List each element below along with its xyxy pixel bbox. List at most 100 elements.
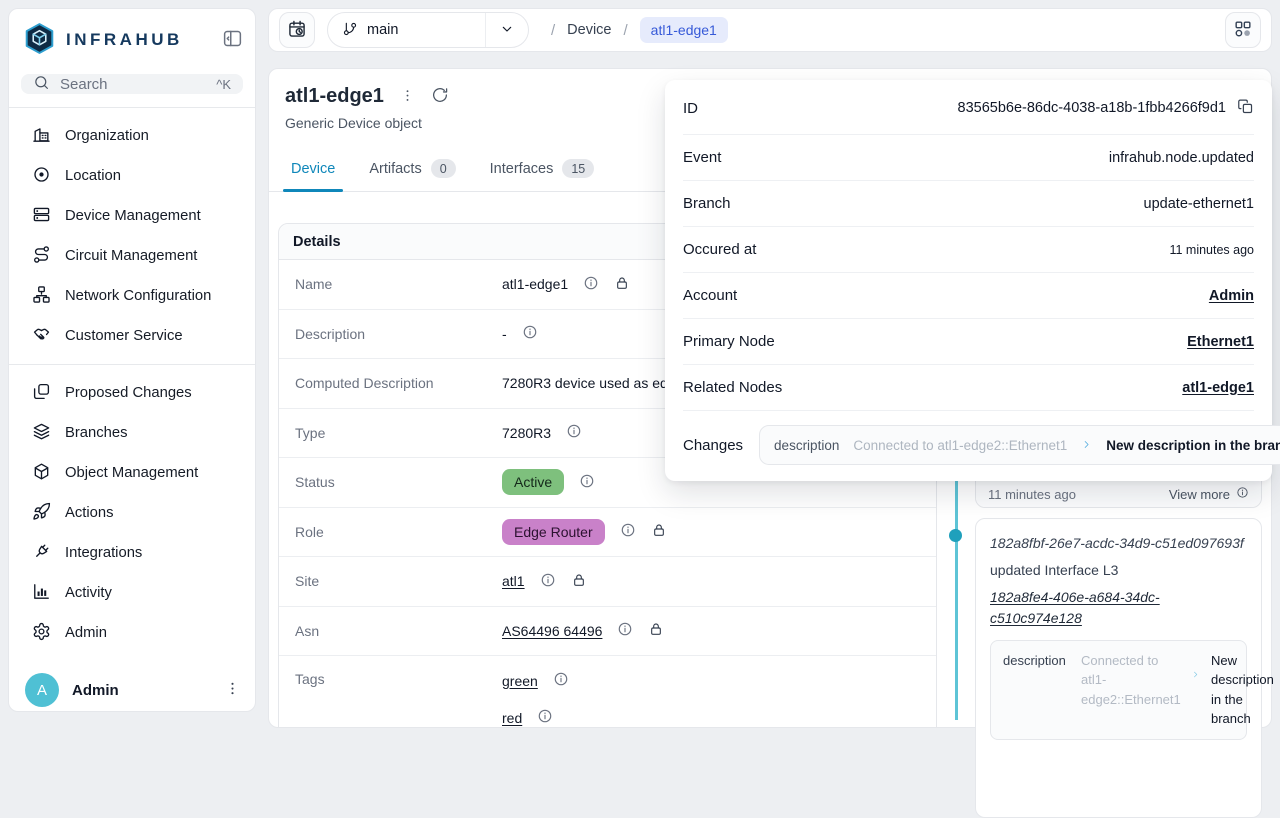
site-link[interactable]: atl1 [502, 573, 525, 589]
field-label: Primary Node [683, 333, 775, 350]
sidebar-item-label: Location [65, 168, 121, 184]
breadcrumb-separator: / [551, 22, 555, 39]
handshake-icon [32, 325, 51, 348]
sidebar-item-label: Object Management [65, 465, 198, 481]
field-label: Computed Description [295, 375, 502, 391]
search-icon [33, 74, 50, 94]
bar-chart-icon [32, 582, 51, 605]
breadcrumb-section[interactable]: Device [567, 22, 611, 38]
breadcrumb-current[interactable]: atl1-edge1 [640, 17, 728, 43]
branch-selector[interactable]: main [327, 12, 529, 48]
sidebar-item-label: Proposed Changes [65, 385, 192, 401]
asn-link[interactable]: AS64496 64496 [502, 623, 602, 639]
timeline-card-event[interactable]: 182a8fbf-26e7-acdc-34d9-c51ed097693f upd… [975, 518, 1262, 818]
sidebar-item-label: Network Configuration [65, 288, 211, 304]
info-icon[interactable] [540, 572, 556, 591]
calendar-clock-icon [287, 19, 307, 42]
sidebar-item-label: Activity [65, 585, 112, 601]
sidebar-item-label: Device Management [65, 208, 201, 224]
sidebar-item-organization[interactable]: Organization [17, 116, 247, 156]
sidebar-item-admin[interactable]: Admin [17, 613, 247, 653]
branch-dropdown-toggle[interactable] [485, 13, 528, 47]
event-branch-value: update-ethernet1 [1144, 196, 1254, 212]
view-more-button[interactable]: View more [1169, 486, 1249, 502]
sidebar-item-label: Admin [65, 625, 107, 641]
sidebar-item-device-management[interactable]: Device Management [17, 196, 247, 236]
sidebar-item-network-configuration[interactable]: Network Configuration [17, 276, 247, 316]
primary-node-link[interactable]: Ethernet1 [1187, 334, 1254, 350]
chevron-right-icon [1081, 438, 1092, 453]
field-label: Event [683, 149, 721, 166]
copy-icon[interactable] [1237, 98, 1254, 119]
info-icon[interactable] [566, 423, 582, 442]
cube-icon [32, 462, 51, 485]
user-menu[interactable]: A Admin [9, 661, 255, 723]
field-label: Status [295, 474, 502, 490]
change-field: description [1003, 651, 1071, 729]
sidebar-item-label: Organization [65, 128, 149, 144]
field-label: Occured at [683, 241, 756, 258]
tab-label: Interfaces [490, 161, 554, 177]
refresh-icon[interactable] [431, 86, 449, 107]
chevron-down-icon [499, 21, 515, 40]
user-name: Admin [72, 682, 119, 699]
time-travel-button[interactable] [279, 12, 315, 48]
info-icon[interactable] [583, 275, 599, 294]
info-icon[interactable] [620, 522, 636, 541]
sidebar-item-object-management[interactable]: Object Management [17, 453, 247, 493]
search-input[interactable]: Search ^K [21, 74, 243, 94]
event-row-account: Account Admin [683, 273, 1254, 319]
info-icon[interactable] [553, 671, 569, 690]
sidebar-item-actions[interactable]: Actions [17, 493, 247, 533]
plug-icon [32, 542, 51, 565]
info-icon[interactable] [579, 473, 595, 492]
field-label: Account [683, 287, 737, 304]
search-shortcut: ^K [216, 77, 231, 92]
sidebar-item-proposed-changes[interactable]: Proposed Changes [17, 373, 247, 413]
schema-button[interactable] [1225, 12, 1261, 48]
event-details-popover: ID 83565b6e-86dc-4038-a18b-1fbb4266f9d1 … [665, 80, 1272, 481]
sidebar-item-activity[interactable]: Activity [17, 573, 247, 613]
field-label: Role [295, 524, 502, 540]
object-actions-kebab-icon[interactable] [400, 88, 415, 106]
breadcrumb-separator: / [624, 22, 628, 39]
view-more-label: View more [1169, 487, 1230, 502]
tab-interfaces[interactable]: Interfaces 15 [476, 146, 609, 191]
field-label: Type [295, 425, 502, 441]
tag-link[interactable]: red [502, 710, 522, 726]
account-link[interactable]: Admin [1209, 288, 1254, 304]
info-icon[interactable] [537, 708, 553, 727]
lock-icon [648, 621, 664, 640]
sidebar-item-integrations[interactable]: Integrations [17, 533, 247, 573]
info-icon[interactable] [522, 324, 538, 343]
location-icon [32, 165, 51, 188]
event-type-value: infrahub.node.updated [1109, 150, 1254, 166]
sidebar-item-customer-service[interactable]: Customer Service [17, 316, 247, 356]
tab-device[interactable]: Device [277, 146, 349, 191]
kebab-menu-icon[interactable] [224, 680, 241, 700]
related-node-link[interactable]: atl1-edge1 [1182, 380, 1254, 396]
timeline-dot [949, 529, 962, 542]
sidebar-item-label: Actions [65, 505, 114, 521]
sidebar: INFRAHUB Search ^K Organization Location [8, 8, 256, 712]
sidebar-item-location[interactable]: Location [17, 156, 247, 196]
field-label: Related Nodes [683, 379, 782, 396]
field-label: ID [683, 100, 698, 117]
sidebar-item-label: Branches [65, 425, 128, 441]
search-placeholder: Search [60, 76, 108, 93]
sidebar-nav-objects: Organization Location Device Management … [9, 108, 255, 364]
info-icon[interactable] [617, 621, 633, 640]
tag-link[interactable]: green [502, 673, 538, 689]
sidebar-item-label: Circuit Management [65, 248, 197, 264]
field-value: - [502, 326, 507, 342]
node-id-link[interactable]: 182a8fe4-406e-a684-34dc-c510c974e128 [990, 587, 1242, 628]
rocket-icon [32, 502, 51, 525]
tab-artifacts[interactable]: Artifacts 0 [355, 146, 469, 191]
sidebar-item-circuit-management[interactable]: Circuit Management [17, 236, 247, 276]
event-row-primary-node: Primary Node Ethernet1 [683, 319, 1254, 365]
sidebar-nav-platform: Proposed Changes Branches Object Managem… [9, 365, 255, 661]
sidebar-collapse-icon[interactable] [222, 28, 243, 52]
lock-icon [614, 275, 630, 294]
sidebar-item-branches[interactable]: Branches [17, 413, 247, 453]
event-row-event: Event infrahub.node.updated [683, 135, 1254, 181]
